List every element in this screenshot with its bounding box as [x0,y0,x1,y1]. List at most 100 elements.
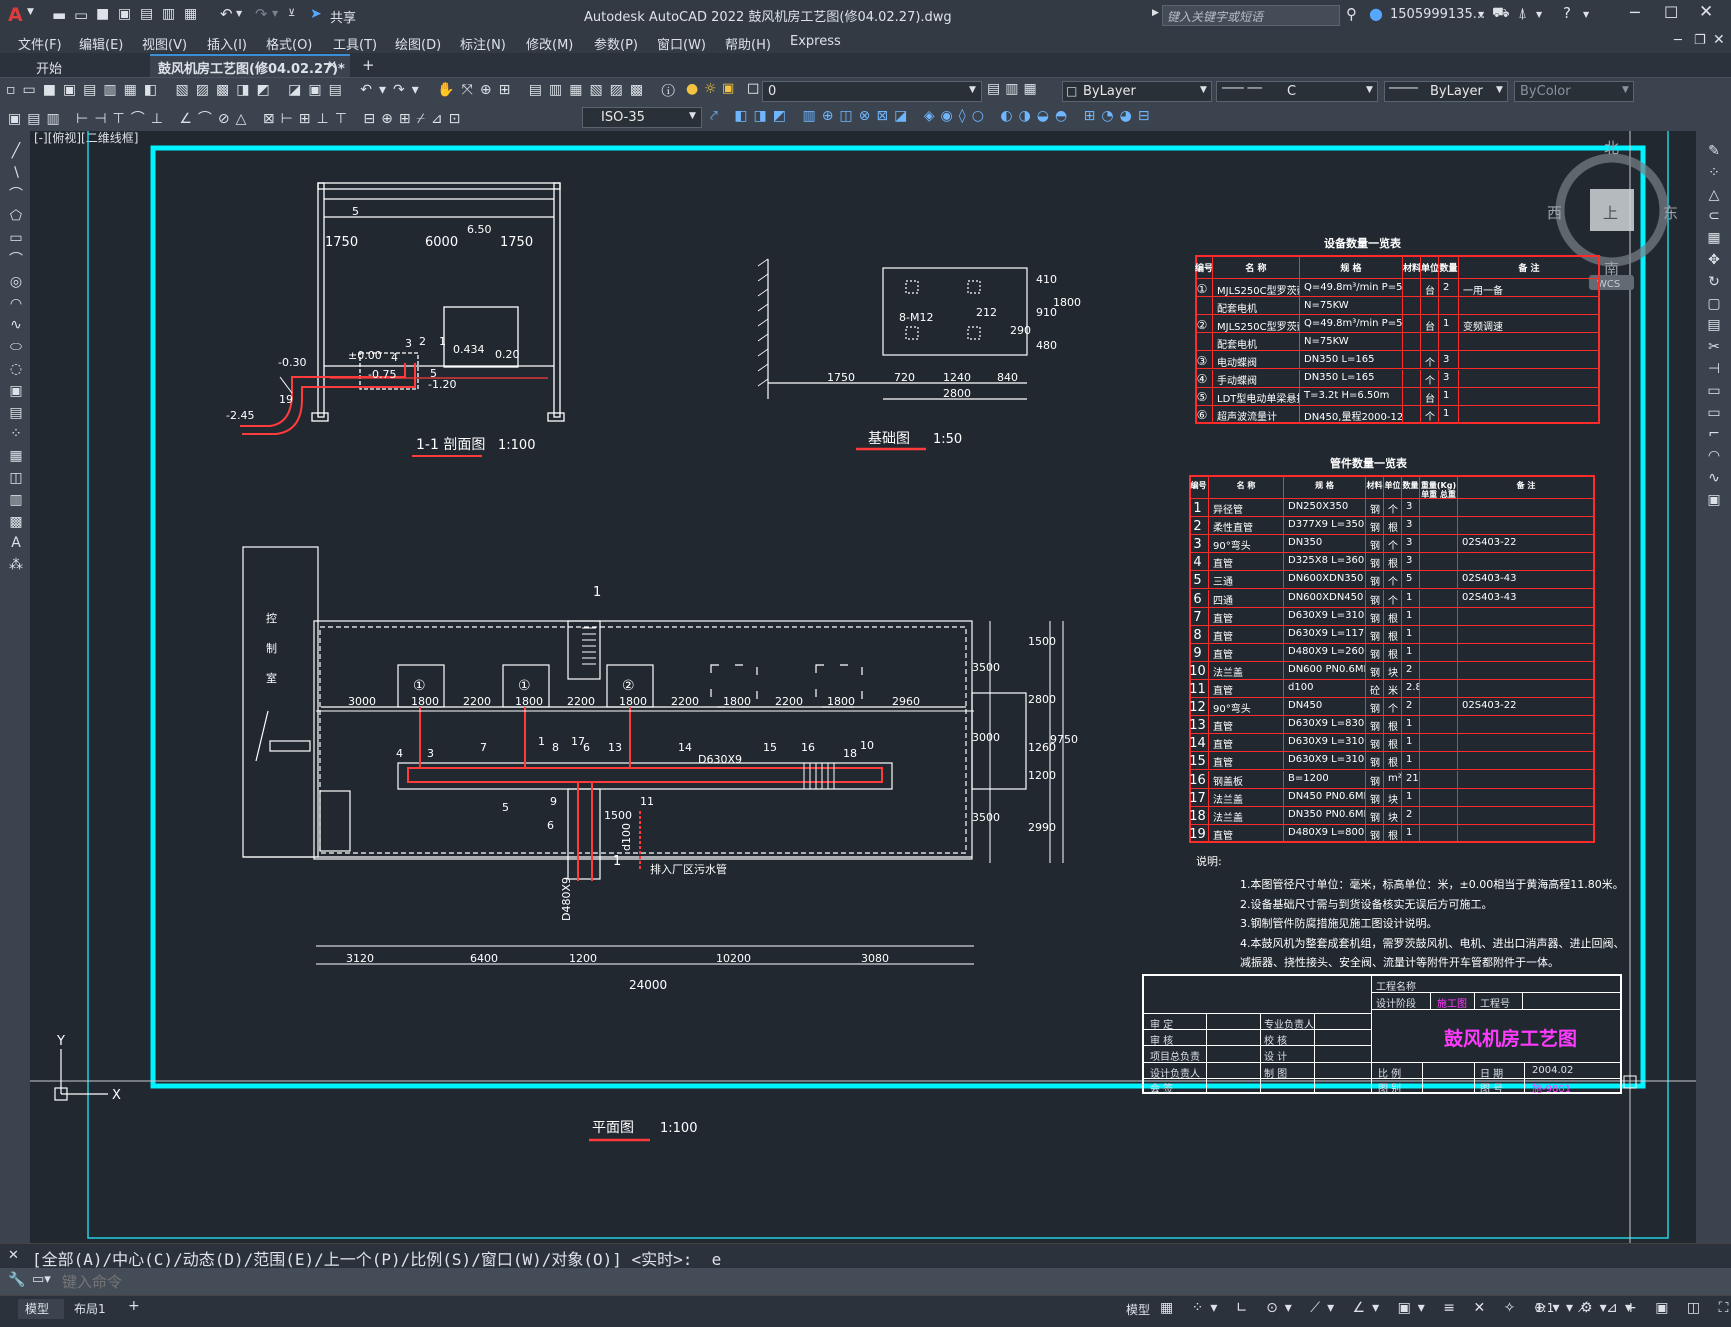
menu-parametric[interactable]: 参数(P) [594,34,638,53]
equip-cell [1439,333,1459,352]
save-icon[interactable]: ■ [96,6,109,22]
tab-close-icon[interactable]: ✕ [327,58,337,72]
tab-drawing[interactable]: 鼓风机房工艺图(修04.02.27)* ✕ [150,54,350,77]
menu-window[interactable]: 窗口(W) [657,34,706,53]
lineweight-chevron-icon[interactable]: ▼ [1496,85,1503,95]
dimstyle-dropdown[interactable]: ISO-35 [582,107,702,128]
tab-start[interactable]: 开始 [8,55,150,77]
layer-on-icon[interactable]: ● [686,81,698,97]
layer-lock-icon[interactable]: ▣ [722,81,734,96]
menu-file[interactable]: 文件(F) [18,34,62,53]
command-prompt-icon[interactable]: ▭▾ [32,1272,51,1287]
note-3: 3.钢制管件防腐措施见施工图设计说明。 [1240,917,1438,930]
drawing-canvas[interactable]: [-][俯视][二维线框] 1750 6000 1750 6.50 ±0.00 … [30,131,1696,1243]
minimize-icon[interactable]: ─ [1630,3,1640,22]
doc-close-icon[interactable]: ✕ [1713,32,1725,48]
undo-dropdown-icon[interactable]: ▼ [236,9,242,18]
menu-insert[interactable]: 插入(I) [207,34,247,53]
foundation-dim-1: 1750 [827,371,855,384]
user-dropdown-icon[interactable]: ▼ [1478,10,1484,19]
title-bar: A ▼ ▬ ▭ ■ ▣ ▤ ▥ ▦ ↶ ▼ ↷ ▼ ⊻ ➤ 共享 Autodes… [0,0,1731,31]
pipe-table-cell: 90°弯头 [1209,698,1284,717]
pipe-table-cell: 根 [1384,716,1402,735]
undo-icon[interactable]: ↶ [220,5,233,23]
tab-layout1[interactable]: 布局1 [74,1300,106,1317]
app-dropdown-icon[interactable]: ▼ [1536,10,1542,19]
menu-modify[interactable]: 修改(M) [526,34,573,53]
save-web-icon[interactable]: ▥ [162,6,175,22]
model-space-label[interactable]: 模型 [1126,1301,1150,1318]
dimstyle-chevron-icon[interactable]: ▼ [689,111,696,121]
color-dropdown[interactable]: ByLayer [1062,81,1212,102]
pipe-table-cell [1458,752,1595,771]
dimension-toolbar: ▣▤▥ ⊢⊣⊤⌒⊥ ∠⌒⊘△ ⊠⊢⊞⊥⊤ ⊟⊕⊞⌿⊿⊡ ISO-35 ▼ ⤤ ◧… [0,104,1731,131]
equip-cell: 电动蝶阀 [1213,351,1300,370]
command-input[interactable] [62,1271,1722,1292]
add-layout-icon[interactable]: + [128,1298,140,1314]
command-customize-icon[interactable]: 🔧 [8,1272,25,1288]
viewcube-north[interactable]: 北 [1604,139,1619,157]
plan-top-dim-6: 1800 [619,695,647,708]
layer-tools-icons[interactable]: ▤▥▦ [987,81,1042,97]
user-icon[interactable]: ● [1369,4,1383,23]
color-chevron-icon[interactable]: ▼ [1200,85,1207,95]
plotstyle-chevron-icon[interactable]: ▼ [1622,85,1629,95]
draw-tool-icons[interactable]: ╱ ∖ ⌒ ⬠ ▭ ⌒ ◎ ◠ ∿ ⬭ ◌ ▣ ▤ ⁘ ▦ ◫ ▥ ▩ A ⁂ [7,141,25,577]
customize-qat-icon[interactable]: ⊻ [288,8,295,19]
help-dropdown-icon[interactable]: ▼ [1583,10,1589,19]
menu-tools[interactable]: 工具(T) [333,34,377,53]
maximize-icon[interactable]: ☐ [1664,3,1678,22]
menu-view[interactable]: 视图(V) [142,34,187,53]
new-file-icon[interactable]: ▬ [52,6,66,24]
viewcube-west[interactable]: 西 [1547,204,1562,222]
user-name[interactable]: 1505999135... [1390,7,1485,22]
new-tab-icon[interactable]: + [362,56,375,74]
command-close-icon[interactable]: ✕ [8,1248,19,1263]
modify-tool-icons-vertical[interactable]: ✎ ⁘ △ ⊂ ▦ ✥ ↻ ▢ ▤ ✂ ⊣ ▭ ▭ ⌐ ◠ ∿ ▣ [1705,141,1723,512]
foundation-title: 基础图 [868,430,910,447]
search-icon[interactable]: ⚲ [1346,5,1357,23]
equip-header-cell: 名 称 [1213,255,1300,279]
menu-edit[interactable]: 编辑(E) [79,34,123,53]
linetype-chevron-icon[interactable]: ▼ [1366,85,1373,95]
redo-icon[interactable]: ↷ [255,5,268,23]
menu-dimension[interactable]: 标注(N) [460,34,506,53]
menu-help[interactable]: 帮助(H) [725,34,771,53]
close-icon[interactable]: ✕ [1699,2,1713,22]
viewcube-top[interactable]: 上 [1603,204,1618,222]
plotstyle-dropdown[interactable]: ByColor [1514,81,1634,102]
status-right-icons[interactable]: ▾⚙▾ + ▣ ◫ ⛶ ≡ [1566,1300,1731,1320]
save-as-icon[interactable]: ▣ [118,6,131,22]
share-icon[interactable]: ➤ [310,6,322,22]
layer-dropdown[interactable]: 0 [762,81,982,102]
open-file-icon[interactable]: ▭ [74,6,88,24]
doc-minimize-icon[interactable]: ─ [1674,33,1682,48]
search-input[interactable]: 键入关键字或短语 [1162,5,1340,26]
menu-format[interactable]: 格式(O) [266,34,312,53]
annotation-scale[interactable]: 1:1 [1535,1301,1554,1315]
redo-dropdown-icon[interactable]: ▼ [272,9,278,18]
room-label-1: 控 [266,611,277,625]
menu-express[interactable]: Express [790,34,841,49]
open-web-icon[interactable]: ▤ [140,6,153,22]
plot-icon[interactable]: ▦ [184,6,197,22]
layer-dropdown-chevron-icon[interactable]: ▼ [969,85,976,95]
app-menu-chevron-icon[interactable]: ▼ [27,7,34,17]
menu-draw[interactable]: 绘图(D) [395,34,441,53]
tab-model[interactable]: 模型 [18,1299,64,1319]
autodesk-app-icon[interactable]: ⍋ [1518,4,1527,22]
lineweight-preview-icon: ──── [1389,81,1418,95]
layer-freeze-icon[interactable]: ☼ [704,81,717,97]
pipe-table-cell: D630X9 L=3100 [1284,607,1366,626]
share-button[interactable]: 共享 [330,7,356,26]
equip-cell: DN350 L=165 [1300,351,1403,370]
pipe-table-cell: 钢 [1366,643,1384,662]
status-tool-icons[interactable]: ▦ ⁘▾ ∟ ⊙▾ ⟋▾ ∠▾ ▣▾ ≡ ✕ ✧ ⊕▾ ⟋ ⊿▾ [1160,1300,1632,1320]
viewcube-east[interactable]: 东 [1663,204,1678,222]
pipe-table-cell: 14 [1189,734,1209,753]
equip-cell: 配套电机 [1213,333,1300,352]
autocad-logo-icon[interactable]: A [8,4,23,26]
help-icon[interactable]: ? [1563,4,1571,22]
cart-icon[interactable]: ⛟ [1492,5,1510,23]
doc-restore-icon[interactable]: ❐ [1694,33,1706,48]
